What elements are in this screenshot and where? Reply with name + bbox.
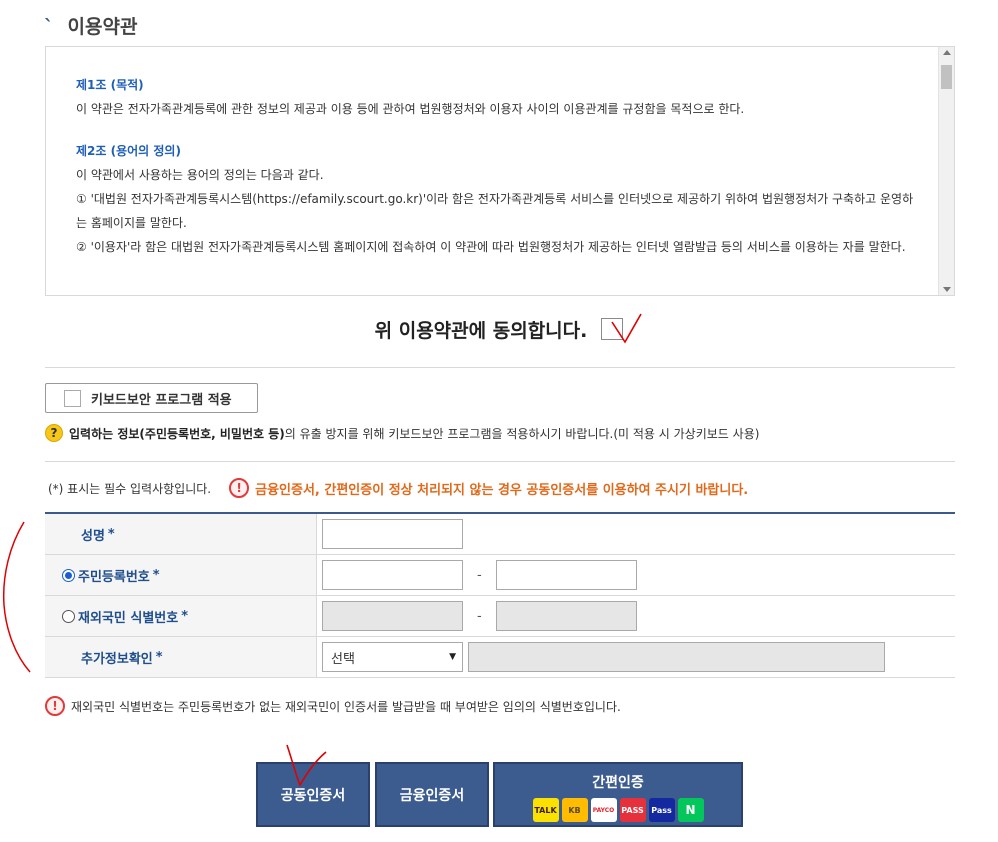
warning-icon: ! xyxy=(45,696,65,716)
bullet-icon: ˋ xyxy=(44,16,54,38)
keyboard-security-label: 키보드보안 프로그램 적용 xyxy=(91,392,232,408)
simple-auth-label: 간편인증 xyxy=(592,775,644,791)
chevron-down-icon: ▼ xyxy=(449,652,456,662)
financial-certificate-button[interactable]: 금융인증서 xyxy=(375,762,489,827)
keyboard-security-button[interactable]: 키보드보안 프로그램 적용 xyxy=(45,383,258,413)
extra-info-select[interactable]: 선택 ▼ xyxy=(322,642,463,672)
form-row-name: 성명 * xyxy=(45,514,955,555)
required-star: * xyxy=(181,608,189,624)
article-2-title: 제2조 (용어의 정의) xyxy=(76,144,181,158)
simple-auth-button[interactable]: 간편인증 TALK KB PAYCO PASS Pass N xyxy=(493,762,743,827)
required-star: * xyxy=(152,567,160,583)
scroll-down-icon[interactable] xyxy=(943,287,951,292)
form-row-foreign: 재외국민 식별번호 * - xyxy=(45,596,955,637)
required-star: * xyxy=(155,649,163,665)
cert-warning: ! 금융인증서, 간편인증이 정상 처리되지 않는 경우 공동인증서를 이용하여… xyxy=(229,478,748,498)
terms-scrollbar[interactable] xyxy=(938,47,954,295)
divider xyxy=(45,461,955,462)
rrn-label[interactable]: 주민등록번호 * xyxy=(45,555,317,595)
cert-warning-text: 금융인증서, 간편인증이 정상 처리되지 않는 경우 공동인증서를 이용하여 주… xyxy=(255,482,749,498)
pass-icon: PASS xyxy=(619,798,646,822)
form-row-rrn: 주민등록번호 * - xyxy=(45,555,955,596)
samsung-pass-icon: Pass xyxy=(648,798,675,822)
terms-content: 제1조 (목적) 이 약관은 전자가족관계등록에 관한 정보의 제공과 이용 등… xyxy=(76,73,921,259)
agree-checkbox[interactable] xyxy=(601,317,624,340)
foreign-id-radio[interactable] xyxy=(62,609,75,623)
article-2-item-1: ① '대법원 전자가족관계등록시스템(https://efamily.scour… xyxy=(76,192,914,230)
divider xyxy=(45,367,955,368)
simple-auth-logos: TALK KB PAYCO PASS Pass N xyxy=(532,798,704,822)
payco-icon: PAYCO xyxy=(590,798,617,822)
identity-form: 성명 * 주민등록번호 * - 재외국민 식별번호 * - 추가정보확인 * 선택 ▼ xyxy=(45,512,955,678)
foreign-id-note-text: 재외국민 식별번호는 주민등록번호가 없는 재외국민이 인증서를 발급받을 때 … xyxy=(71,699,621,714)
keyboard-security-checkbox[interactable] xyxy=(64,389,81,407)
name-input[interactable] xyxy=(322,519,463,549)
article-1-body: 이 약관은 전자가족관계등록에 관한 정보의 제공과 이용 등에 관하여 법원행… xyxy=(76,102,745,116)
name-label: 성명 * xyxy=(45,514,317,554)
scroll-up-icon[interactable] xyxy=(943,50,951,55)
joint-certificate-button[interactable]: 공동인증서 xyxy=(256,762,370,827)
foreign-id-back-input xyxy=(495,601,637,631)
article-1-title: 제1조 (목적) xyxy=(76,78,144,92)
article-2-intro: 이 약관에서 사용하는 용어의 정의는 다음과 같다. xyxy=(76,168,324,182)
extra-info-input xyxy=(468,642,885,672)
required-note: (*) 표시는 필수 입력사항입니다. xyxy=(48,481,212,496)
rrn-radio[interactable] xyxy=(62,568,75,582)
foreign-dash: - xyxy=(477,608,482,624)
foreign-id-label[interactable]: 재외국민 식별번호 * xyxy=(45,596,317,636)
rrn-front-input[interactable] xyxy=(322,560,463,590)
rrn-dash: - xyxy=(477,567,482,583)
question-icon: ? xyxy=(45,424,63,442)
foreign-id-front-input xyxy=(322,601,463,631)
article-2-item-2: ② '이용자'라 함은 대법원 전자가족관계등록시스템 홈페이지에 접속하여 이… xyxy=(76,240,906,254)
agree-row: 위 이용약관에 동의합니다. xyxy=(0,316,998,343)
section-title-text: 이용약관 xyxy=(67,16,138,38)
agree-label: 위 이용약관에 동의합니다. xyxy=(374,320,588,342)
keyboard-help-text: 의 유출 방지를 위해 키보드보안 프로그램을 적용하시기 바랍니다.(미 적용… xyxy=(284,426,760,441)
naver-icon: N xyxy=(677,798,704,822)
keyboard-help-bold: 입력하는 정보(주민등록번호, 비밀번호 등) xyxy=(69,426,285,441)
scroll-thumb[interactable] xyxy=(941,65,952,89)
section-title: ˋ 이용약관 xyxy=(44,12,137,39)
required-star: * xyxy=(107,526,115,542)
rrn-back-input[interactable] xyxy=(495,560,637,590)
foreign-id-note: ! 재외국민 식별번호는 주민등록번호가 없는 재외국민이 인증서를 발급받을 … xyxy=(45,696,621,716)
kakao-talk-icon: TALK xyxy=(532,798,559,822)
warning-icon: ! xyxy=(229,478,250,498)
bracket-annotation xyxy=(2,521,31,673)
extra-info-label: 추가정보확인 * xyxy=(45,637,317,677)
form-row-extra: 추가정보확인 * 선택 ▼ xyxy=(45,637,955,678)
required-info: (*) 표시는 필수 입력사항입니다. ! 금융인증서, 간편인증이 정상 처리… xyxy=(48,478,748,498)
terms-box[interactable]: 제1조 (목적) 이 약관은 전자가족관계등록에 관한 정보의 제공과 이용 등… xyxy=(45,46,955,296)
keyboard-help: ? 입력하는 정보(주민등록번호, 비밀번호 등) 의 유출 방지를 위해 키보드… xyxy=(45,424,759,442)
kb-icon: KB xyxy=(561,798,588,822)
